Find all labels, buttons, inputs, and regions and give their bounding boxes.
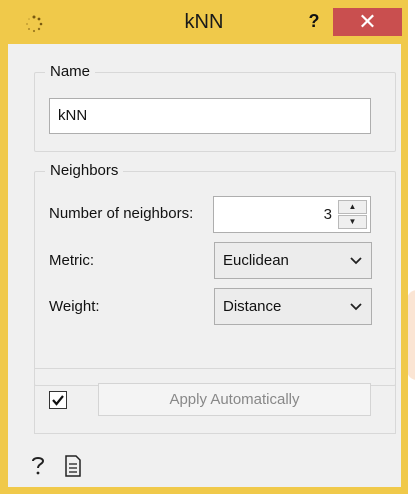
spin-down-button[interactable]: ▼ xyxy=(338,215,367,229)
apply-automatically-checkbox[interactable] xyxy=(49,391,67,409)
metric-value: Euclidean xyxy=(223,252,289,269)
name-group: Name kNN xyxy=(34,63,396,152)
chevron-down-icon xyxy=(349,243,363,278)
close-button[interactable]: ✕ xyxy=(333,8,402,36)
spin-arrows: ▲ ▼ xyxy=(338,200,367,229)
weight-label: Weight: xyxy=(49,298,100,315)
knn-dialog: kNN ? ✕ Name kNN Neighbors Number of nei… xyxy=(0,0,408,494)
metric-label: Metric: xyxy=(49,252,94,269)
number-of-neighbors-label: Number of neighbors: xyxy=(49,205,194,222)
name-input[interactable]: kNN xyxy=(49,98,371,134)
apply-automatically-button[interactable]: Apply Automatically xyxy=(98,383,371,416)
titlebar-help-button[interactable]: ? xyxy=(300,8,328,34)
weight-dropdown[interactable]: Distance xyxy=(214,288,372,325)
document-icon[interactable] xyxy=(64,455,82,477)
chevron-down-icon xyxy=(349,289,363,324)
metric-dropdown[interactable]: Euclidean xyxy=(214,242,372,279)
weight-value: Distance xyxy=(223,298,282,315)
neighbors-group: Neighbors Number of neighbors: 3 ▲ ▼ Met… xyxy=(34,162,396,386)
number-of-neighbors-spinbox[interactable]: 3 ▲ ▼ xyxy=(213,196,371,233)
neighbors-group-title: Neighbors xyxy=(45,162,124,179)
question-mark-icon[interactable] xyxy=(28,454,48,476)
titlebar[interactable]: kNN ? ✕ xyxy=(0,0,408,44)
spin-up-button[interactable]: ▲ xyxy=(338,200,367,214)
checkmark-icon xyxy=(52,395,64,406)
dialog-body: Name kNN Neighbors Number of neighbors: … xyxy=(8,44,401,487)
number-of-neighbors-value: 3 xyxy=(323,206,332,223)
canvas-node-right xyxy=(407,290,415,380)
name-group-title: Name xyxy=(45,63,96,80)
